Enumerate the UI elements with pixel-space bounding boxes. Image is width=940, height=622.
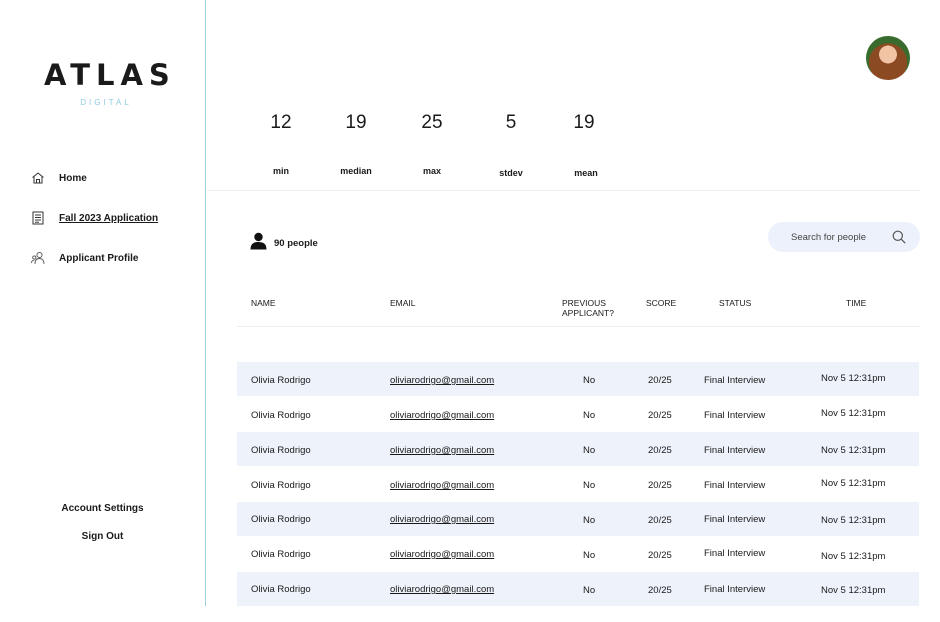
cell-name: Olivia Rodrigo: [251, 514, 311, 525]
person-icon: [250, 232, 267, 255]
cell-status: Final Interview: [704, 584, 766, 595]
cell-status: Final Interview: [704, 480, 766, 491]
sidebar-item-label: Home: [59, 172, 87, 184]
logo-wordmark: ATLAS: [44, 58, 176, 92]
cell-status: Final Interview: [704, 410, 766, 421]
search-box[interactable]: [768, 222, 920, 252]
cell-email[interactable]: oliviarodrigo@gmail.com: [390, 410, 494, 421]
stat-median-label: median: [340, 166, 372, 176]
column-header-email[interactable]: EMAIL: [390, 298, 416, 308]
logo-subtitle: DIGITAL: [80, 98, 132, 107]
cell-email[interactable]: oliviarodrigo@gmail.com: [390, 549, 494, 560]
cell-previous: No: [583, 585, 596, 596]
people-count-label: 90 people: [274, 238, 318, 249]
cell-name: Olivia Rodrigo: [251, 549, 311, 560]
document-icon: [30, 210, 46, 226]
cell-previous: No: [583, 375, 596, 386]
cell-score: 20/25: [648, 445, 672, 456]
stat-min-value: 12: [270, 112, 292, 133]
cell-time: Nov 5 12:31pm: [821, 478, 886, 489]
cell-time: Nov 5 12:31pm: [821, 445, 886, 456]
user-avatar[interactable]: [866, 36, 910, 80]
column-header-score[interactable]: SCORE: [646, 298, 676, 308]
table-row[interactable]: Olivia Rodrigo oliviarodrigo@gmail.com N…: [237, 362, 919, 396]
stat-max-label: max: [422, 166, 441, 176]
stat-max-value: 25: [421, 112, 443, 133]
divider: [237, 326, 920, 327]
cell-score: 20/25: [648, 410, 672, 421]
cell-previous: No: [583, 480, 596, 491]
cell-score: 20/25: [648, 480, 672, 491]
column-header-status[interactable]: STATUS: [719, 298, 751, 308]
sidebar-item-home[interactable]: Home: [30, 170, 87, 186]
table-row[interactable]: Olivia Rodrigo oliviarodrigo@gmail.com N…: [237, 537, 919, 571]
sign-out-link[interactable]: Sign Out: [0, 531, 205, 542]
stat-median-value: 19: [345, 112, 367, 133]
cell-status: Final Interview: [704, 375, 766, 386]
search-icon[interactable]: [892, 230, 906, 244]
column-header-name[interactable]: NAME: [251, 298, 276, 308]
atlas-logo[interactable]: ATLAS DIGITAL: [44, 58, 176, 107]
cell-email[interactable]: oliviarodrigo@gmail.com: [390, 584, 494, 595]
cell-status: Final Interview: [704, 514, 766, 525]
cell-score: 20/25: [648, 585, 672, 596]
sidebar-item-label: Applicant Profile: [59, 252, 139, 264]
cell-time: Nov 5 12:31pm: [821, 408, 886, 419]
cell-previous: No: [583, 550, 596, 561]
stat-stdev-value: 5: [505, 112, 517, 133]
table-row[interactable]: Olivia Rodrigo oliviarodrigo@gmail.com N…: [237, 572, 919, 606]
cell-name: Olivia Rodrigo: [251, 584, 311, 595]
account-settings-link[interactable]: Account Settings: [0, 503, 205, 514]
cell-previous: No: [583, 410, 596, 421]
table-row[interactable]: Olivia Rodrigo oliviarodrigo@gmail.com N…: [237, 502, 919, 536]
cell-email[interactable]: oliviarodrigo@gmail.com: [390, 445, 494, 456]
cell-name: Olivia Rodrigo: [251, 480, 311, 491]
column-header-previous-line2: APPLICANT?: [562, 308, 614, 318]
cell-time: Nov 5 12:31pm: [821, 515, 886, 526]
cell-name: Olivia Rodrigo: [251, 375, 311, 386]
cell-email[interactable]: oliviarodrigo@gmail.com: [390, 480, 494, 491]
table-row[interactable]: Olivia Rodrigo oliviarodrigo@gmail.com N…: [237, 397, 919, 431]
cell-name: Olivia Rodrigo: [251, 445, 311, 456]
cell-status: Final Interview: [704, 445, 766, 456]
table-row[interactable]: Olivia Rodrigo oliviarodrigo@gmail.com N…: [237, 467, 919, 501]
divider: [207, 190, 920, 191]
stat-mean-value: 19: [573, 112, 595, 133]
cell-email[interactable]: oliviarodrigo@gmail.com: [390, 375, 494, 386]
sidebar: ATLAS DIGITAL Home Fall 2023 Application…: [0, 0, 206, 606]
stat-mean-label: mean: [574, 168, 598, 178]
cell-score: 20/25: [648, 375, 672, 386]
sidebar-item-applicant-profile[interactable]: Applicant Profile: [30, 250, 138, 266]
cell-time: Nov 5 12:31pm: [821, 551, 886, 562]
cell-name: Olivia Rodrigo: [251, 410, 311, 421]
people-count: 90 people: [250, 232, 318, 255]
stat-min-label: min: [272, 166, 289, 176]
profile-icon: [30, 250, 46, 266]
cell-previous: No: [583, 515, 596, 526]
column-header-previous-applicant[interactable]: PREVIOUS APPLICANT?: [562, 298, 614, 318]
cell-previous: No: [583, 445, 596, 456]
sidebar-item-label: Fall 2023 Application: [59, 212, 159, 224]
table-row[interactable]: Olivia Rodrigo oliviarodrigo@gmail.com N…: [237, 432, 919, 466]
cell-email[interactable]: oliviarodrigo@gmail.com: [390, 514, 494, 525]
column-header-time[interactable]: TIME: [846, 298, 866, 308]
cell-time: Nov 5 12:31pm: [821, 373, 886, 384]
cell-score: 20/25: [648, 550, 672, 561]
column-header-previous-line1: PREVIOUS: [562, 298, 606, 308]
sidebar-item-fall-2023-application[interactable]: Fall 2023 Application: [30, 210, 158, 226]
search-input[interactable]: [789, 230, 891, 244]
cell-time: Nov 5 12:31pm: [821, 585, 886, 596]
cell-score: 20/25: [648, 515, 672, 526]
home-icon: [30, 170, 46, 186]
stat-stdev-label: stdev: [499, 168, 523, 178]
cell-status: Final Interview: [704, 548, 766, 559]
